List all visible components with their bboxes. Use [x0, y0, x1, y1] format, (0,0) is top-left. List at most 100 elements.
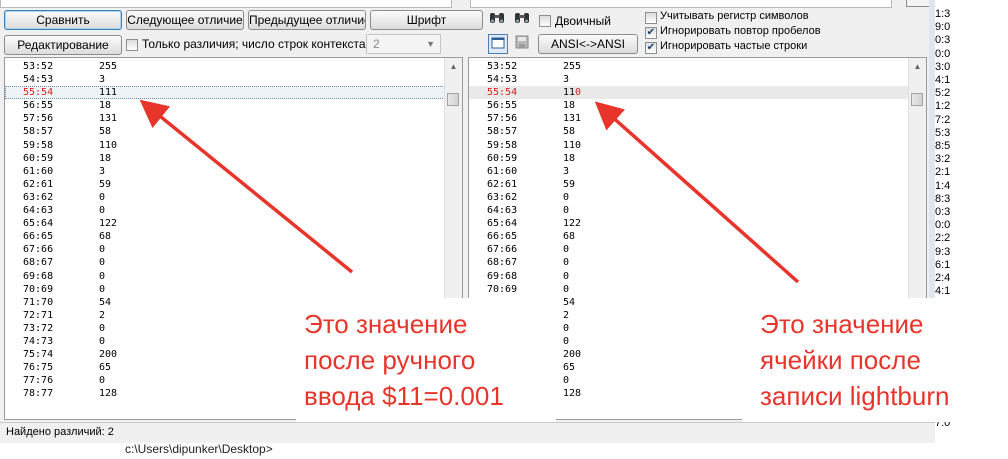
find-binoculars-icon[interactable]	[487, 10, 507, 30]
row-address: 56:55	[23, 100, 54, 112]
row-address: 78:77	[23, 388, 54, 400]
row-value: 58	[563, 126, 576, 138]
scroll-thumb[interactable]	[911, 93, 923, 106]
file-row[interactable]: 56:55 18	[469, 99, 909, 112]
row-address: 55:54	[487, 87, 518, 99]
close-button[interactable]	[906, 0, 930, 7]
context-lines-value: 2	[373, 37, 380, 51]
ignore-frequent-checkbox[interactable]: ✔	[645, 42, 657, 54]
row-address: 68:67	[23, 257, 54, 269]
row-value: 59	[99, 178, 112, 190]
file-row[interactable]: 53:52 255	[5, 60, 445, 73]
file-row[interactable]: 58:57 58	[5, 125, 445, 138]
row-address: 58:57	[487, 126, 518, 138]
row-address: 67:66	[23, 244, 54, 256]
row-address: 65:64	[487, 218, 518, 230]
row-value: 0	[563, 191, 570, 203]
changed-char: 0	[575, 87, 582, 99]
row-value: 3	[563, 74, 570, 86]
file-row[interactable]: 59:58 110	[469, 139, 909, 152]
scroll-up-icon[interactable]: ▲	[909, 58, 926, 75]
console-line: 0:3	[935, 34, 951, 47]
row-value: 0	[563, 270, 570, 282]
row-value: 0	[563, 205, 570, 217]
row-value: 0	[99, 322, 106, 334]
file-row[interactable]: 61:60 3	[5, 165, 445, 178]
save-disk-icon[interactable]	[512, 34, 532, 54]
diff-row[interactable]: 55:54 110	[469, 86, 909, 100]
row-address: 70:69	[487, 283, 518, 295]
row-address: 53:52	[487, 61, 518, 72]
file-row[interactable]: 57:56 131	[469, 112, 909, 125]
file-row[interactable]: 60:59 18	[5, 152, 445, 165]
edit-button[interactable]: Редактирование	[4, 35, 122, 55]
file-row[interactable]: 63:62 0	[5, 191, 445, 204]
context-lines-select[interactable]: 2 ▼	[366, 34, 441, 54]
file-row[interactable]: 65:64 122	[469, 217, 909, 230]
row-value: 18	[563, 100, 576, 112]
compare-button[interactable]: Сравнить	[4, 10, 122, 30]
file-row[interactable]: 69:68 0	[469, 270, 909, 283]
binary-checkbox[interactable]	[539, 15, 551, 27]
row-value: 122	[563, 218, 582, 230]
diff-row[interactable]: 55:54 111	[5, 86, 445, 100]
scroll-up-icon[interactable]: ▲	[445, 58, 462, 75]
file-row[interactable]: 68:67 0	[5, 256, 445, 269]
file-row[interactable]: 70:69 0	[5, 283, 445, 296]
file-row[interactable]: 59:58 110	[5, 139, 445, 152]
console-path: c:\Users\dipunker\Desktop>	[125, 442, 273, 456]
file-row[interactable]: 67:66 0	[5, 243, 445, 256]
only-diff-checkbox[interactable]	[126, 39, 138, 51]
row-value: 65	[99, 362, 112, 374]
row-address: 70:69	[23, 283, 54, 295]
font-button[interactable]: Шрифт	[370, 10, 483, 30]
file-row[interactable]: 65:64 122	[5, 217, 445, 230]
console-line: 3:0	[935, 60, 951, 73]
file-row[interactable]: 60:59 18	[469, 152, 909, 165]
file-row[interactable]: 58:57 58	[469, 125, 909, 138]
file-row[interactable]: 69:68 0	[5, 270, 445, 283]
case-sensitive-checkbox[interactable]	[645, 12, 657, 24]
file-row[interactable]: 68:67 0	[469, 256, 909, 269]
file-row[interactable]: 66:65 68	[469, 230, 909, 243]
status-bar: Найдено различий: 2	[0, 422, 935, 443]
dropdown-arrow-icon: ▼	[426, 39, 435, 49]
row-value: 111	[99, 87, 118, 99]
row-value: 0	[99, 191, 106, 203]
row-value: 3	[99, 165, 106, 177]
find-next-binoculars-icon[interactable]	[512, 10, 532, 30]
row-address: 64:63	[487, 205, 518, 217]
file-row[interactable]: 63:62 0	[469, 191, 909, 204]
file-row[interactable]: 66:65 68	[5, 230, 445, 243]
console-line: 1:3	[935, 8, 951, 20]
console-line: 5:2	[935, 87, 951, 100]
console-line: 7:2	[935, 113, 951, 126]
console-line: 0:3	[935, 206, 951, 218]
file-row[interactable]: 64:63 0	[5, 204, 445, 217]
prev-diff-button[interactable]: Предыдущее отличие	[248, 10, 366, 30]
file-row[interactable]: 64:63 0	[469, 204, 909, 217]
file-row[interactable]: 67:66 0	[469, 243, 909, 256]
encoding-button[interactable]: ANSI<->ANSI	[538, 34, 638, 54]
file-row[interactable]: 54:53 3	[469, 73, 909, 86]
file-row[interactable]: 57:56 131	[5, 112, 445, 125]
row-address: 59:58	[487, 139, 518, 151]
file-row[interactable]: 62:61 59	[469, 178, 909, 191]
scroll-thumb[interactable]	[447, 93, 459, 106]
file-row[interactable]: 61:60 3	[469, 165, 909, 178]
file-row[interactable]: 70:69 0	[469, 283, 909, 296]
row-value: 110	[563, 139, 582, 151]
row-value: 0	[99, 283, 106, 295]
ignore-spaces-checkbox[interactable]: ✔	[645, 27, 657, 39]
file-row[interactable]: 56:55 18	[5, 99, 445, 112]
row-value: 3	[99, 74, 106, 86]
row-value: 68	[563, 231, 576, 243]
window-layout-icon[interactable]	[488, 34, 508, 54]
file-row[interactable]: 53:52 255	[469, 60, 909, 73]
row-value: 18	[99, 100, 112, 112]
console-line: 8:5	[935, 140, 951, 152]
file-row[interactable]: 62:61 59	[5, 178, 445, 191]
file-row[interactable]: 54:53 3	[5, 73, 445, 86]
next-diff-button[interactable]: Следующее отличие	[126, 10, 244, 30]
row-address: 69:68	[23, 270, 54, 282]
